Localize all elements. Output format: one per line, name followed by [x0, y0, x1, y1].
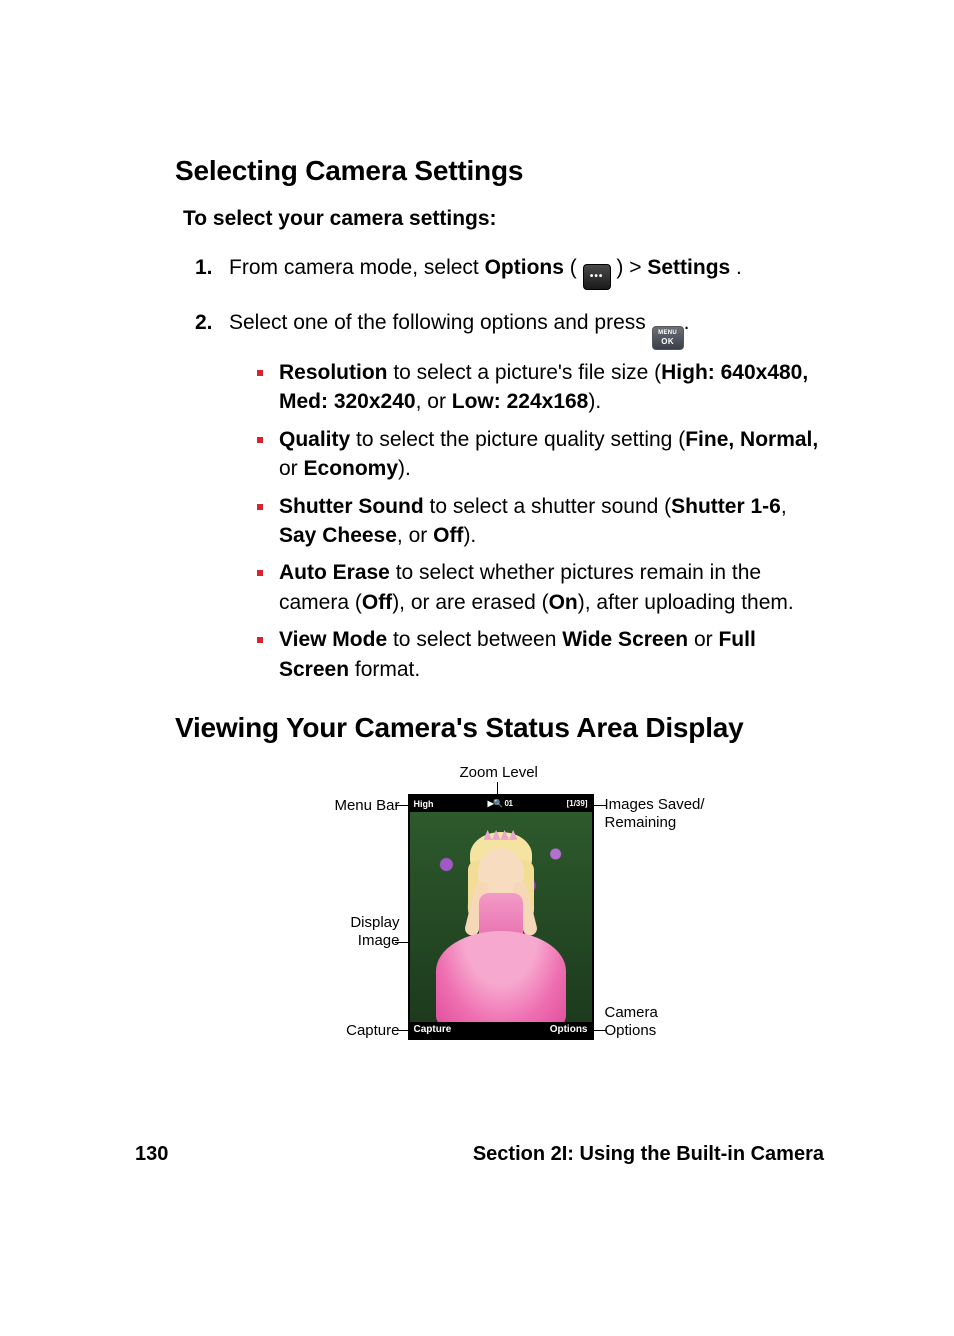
- text: (: [564, 256, 583, 279]
- camera-screen: High ▶🔍 01 [1/39] Capture Options: [408, 794, 594, 1040]
- text: , or: [416, 390, 452, 413]
- text: , or: [397, 524, 433, 547]
- value: Wide Screen: [562, 628, 688, 651]
- value: Off: [433, 524, 463, 547]
- label: Auto Erase: [279, 561, 390, 584]
- softkey-icon: [583, 264, 611, 290]
- bullet-resolution: Resolution to select a picture's file si…: [257, 358, 824, 417]
- text: to select the picture quality setting (: [350, 428, 685, 451]
- text: ,: [781, 495, 787, 518]
- value: On: [549, 591, 578, 614]
- text: ).: [398, 457, 411, 480]
- status-counter: [1/39]: [567, 799, 588, 808]
- label: Shutter Sound: [279, 495, 424, 518]
- leader-line: [592, 1030, 607, 1031]
- text: to select a shutter sound (: [424, 495, 671, 518]
- label: Resolution: [279, 361, 388, 384]
- status-zoom-indicator: ▶🔍 01: [434, 799, 567, 808]
- options-label: Options: [485, 256, 564, 279]
- step-1: 1. From camera mode, select Options ( ) …: [195, 253, 824, 290]
- options-bullets: Resolution to select a picture's file si…: [257, 358, 824, 684]
- step-body: From camera mode, select Options ( ) > S…: [229, 253, 824, 290]
- text: ), or are erased (: [392, 591, 548, 614]
- text: Display: [350, 914, 399, 931]
- text: Options: [605, 1022, 657, 1039]
- text: Remaining: [605, 814, 677, 831]
- page-number: 130: [135, 1143, 168, 1166]
- section-title-footer: Section 2I: Using the Built-in Camera: [473, 1143, 824, 1166]
- label-images-saved-remaining: Images Saved/ Remaining: [605, 796, 705, 832]
- text: or: [688, 628, 718, 651]
- text: .: [684, 311, 690, 334]
- text: .: [730, 256, 742, 279]
- settings-label: Settings: [647, 256, 730, 279]
- step-body: Select one of the following options and …: [229, 308, 824, 692]
- label-display-image: Display Image: [350, 914, 399, 950]
- text: ).: [588, 390, 601, 413]
- value: Shutter 1-6: [671, 495, 781, 518]
- bullet-shutter-sound: Shutter Sound to select a shutter sound …: [257, 492, 824, 551]
- label-camera-options: Camera Options: [605, 1004, 658, 1040]
- text: ) >: [611, 256, 648, 279]
- camera-softkey-bar: Capture Options: [410, 1022, 592, 1038]
- text: Images Saved/: [605, 796, 705, 813]
- text: format.: [349, 658, 420, 681]
- label-menu-bar: Menu Bar: [334, 797, 399, 815]
- label: Quality: [279, 428, 350, 451]
- value: Off: [362, 591, 392, 614]
- text: Camera: [605, 1004, 658, 1021]
- step-2: 2. Select one of the following options a…: [195, 308, 824, 692]
- camera-viewfinder: [410, 812, 592, 1022]
- text: Select one of the following options and …: [229, 311, 652, 334]
- status-resolution: High: [414, 799, 434, 809]
- heading-viewing-status-area: Viewing Your Camera's Status Area Displa…: [175, 712, 824, 744]
- text: ), after uploading them.: [578, 591, 794, 614]
- text: From camera mode, select: [229, 256, 485, 279]
- step-number: 1.: [195, 253, 229, 282]
- status-area-diagram: Zoom Level Menu Bar Display Image Captur…: [235, 764, 765, 1074]
- steps-list: 1. From camera mode, select Options ( ) …: [195, 253, 824, 692]
- label: View Mode: [279, 628, 387, 651]
- heading-selecting-camera-settings: Selecting Camera Settings: [175, 155, 824, 187]
- text: to select between: [387, 628, 562, 651]
- value: Say Cheese: [279, 524, 397, 547]
- text: ).: [463, 524, 476, 547]
- label-zoom-level: Zoom Level: [460, 764, 538, 782]
- value: Low: 224x168: [452, 390, 589, 413]
- softkey-capture: Capture: [414, 1024, 452, 1035]
- text: Image: [358, 932, 400, 949]
- bullet-quality: Quality to select the picture quality se…: [257, 425, 824, 484]
- bullet-view-mode: View Mode to select between Wide Screen …: [257, 625, 824, 684]
- leader-line: [592, 805, 607, 806]
- label-capture: Capture: [346, 1022, 399, 1040]
- text: or: [279, 457, 304, 480]
- softkey-options: Options: [550, 1024, 588, 1035]
- value: Economy: [304, 457, 399, 480]
- text: to select a picture's file size (: [388, 361, 662, 384]
- page-footer: 130 Section 2I: Using the Built-in Camer…: [135, 1143, 824, 1166]
- step-number: 2.: [195, 308, 229, 337]
- menu-ok-icon: MENUOK: [652, 326, 684, 350]
- value: Fine, Normal,: [685, 428, 818, 451]
- subheading-to-select: To select your camera settings:: [183, 207, 824, 231]
- bullet-auto-erase: Auto Erase to select whether pictures re…: [257, 558, 824, 617]
- camera-status-bar: High ▶🔍 01 [1/39]: [410, 796, 592, 812]
